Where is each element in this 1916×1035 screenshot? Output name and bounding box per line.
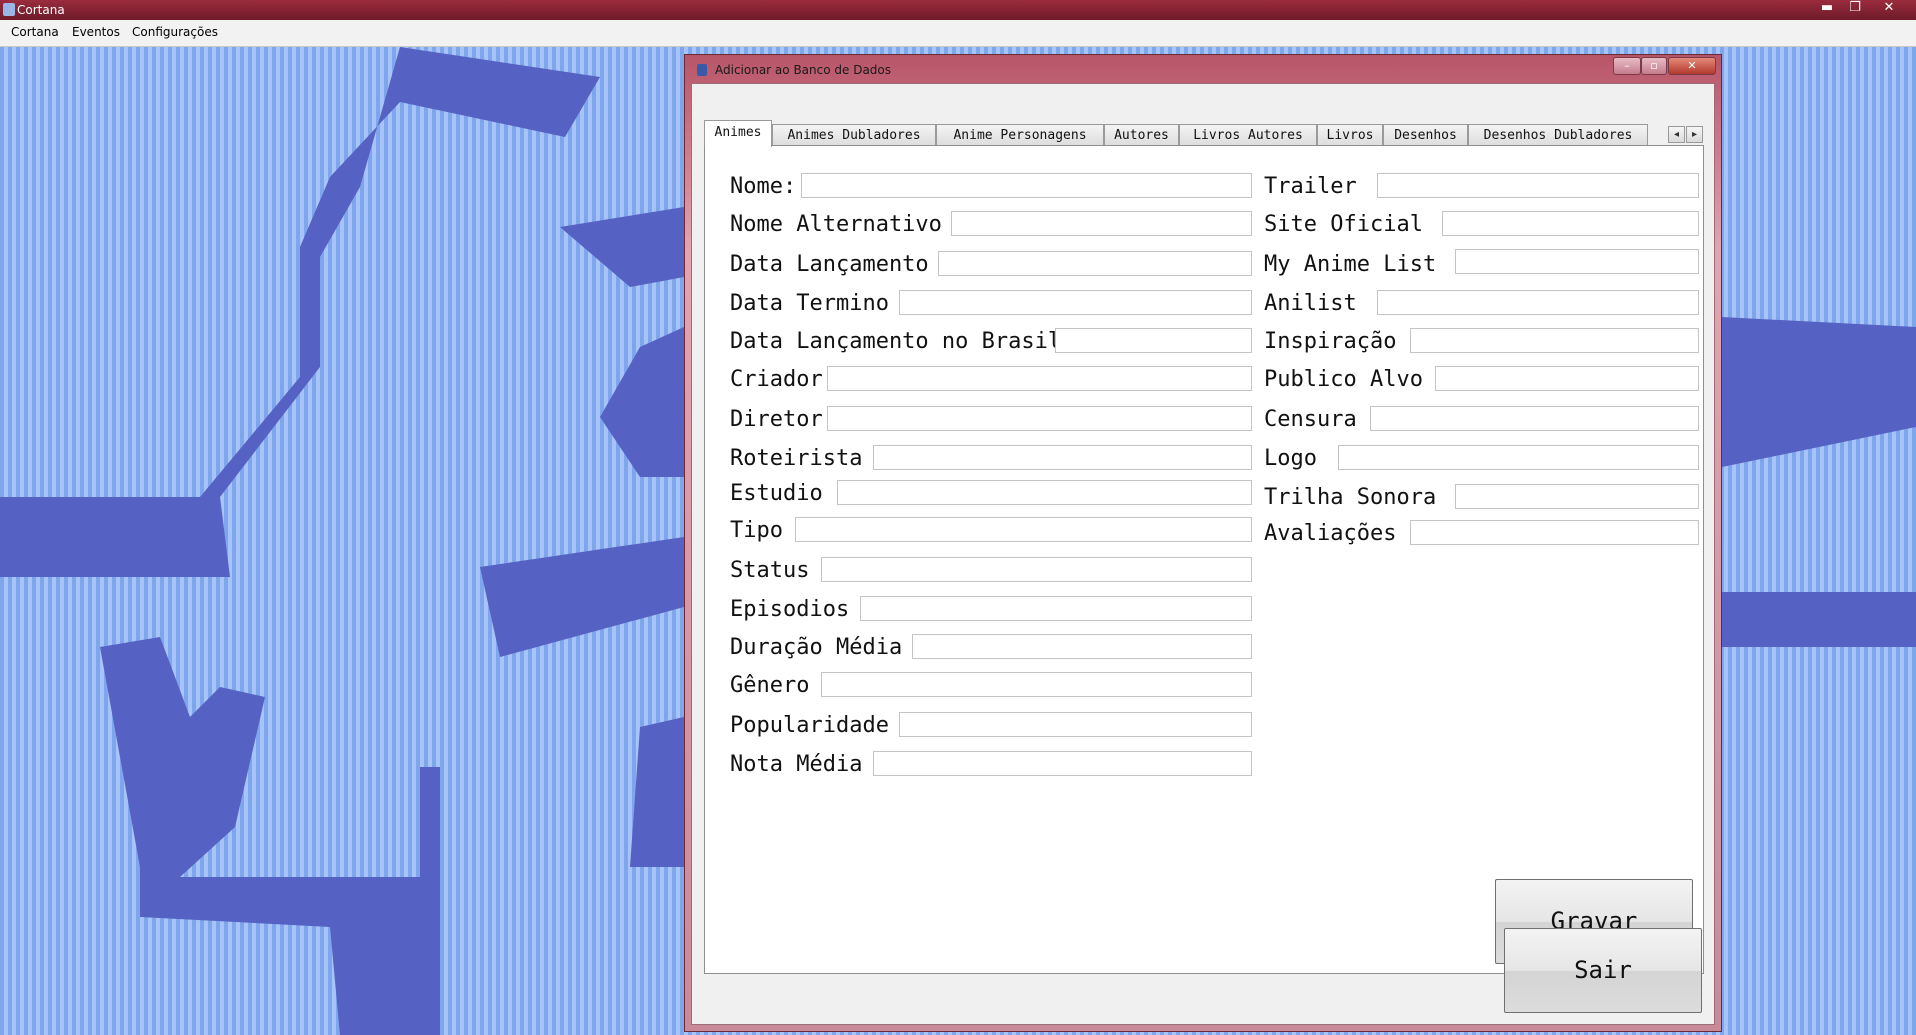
label-avaliacoes: Avaliações — [1264, 521, 1397, 546]
label-data-termino: Data Termino — [730, 291, 889, 316]
label-tipo: Tipo — [730, 518, 783, 543]
label-site-oficial: Site Oficial — [1264, 212, 1423, 237]
field-status[interactable] — [821, 557, 1252, 582]
field-publico-alvo[interactable] — [1435, 366, 1699, 391]
label-status: Status — [730, 558, 810, 583]
label-nome-alternativo: Nome Alternativo — [730, 212, 942, 237]
label-trailer: Trailer — [1264, 174, 1357, 199]
menubar: Cortana Eventos Configurações — [0, 20, 1916, 47]
menu-eventos[interactable]: Eventos — [72, 25, 120, 39]
field-data-lancamento-brasil[interactable] — [1055, 328, 1252, 353]
label-episodios: Episodios — [730, 597, 850, 622]
label-genero: Gênero — [730, 673, 810, 698]
field-nota-media[interactable] — [873, 751, 1252, 776]
field-duracao-media[interactable] — [912, 634, 1252, 659]
menu-cortana[interactable]: Cortana — [11, 25, 59, 39]
label-roteirista: Roteirista — [730, 446, 863, 471]
field-roteirista[interactable] — [873, 445, 1252, 470]
window-close-button[interactable]: ✕ — [1668, 57, 1716, 75]
field-trailer[interactable] — [1377, 173, 1699, 198]
app-icon — [3, 3, 15, 16]
tab-anime-personagens[interactable]: Anime Personagens — [936, 124, 1104, 146]
field-trilha-sonora[interactable] — [1455, 484, 1699, 509]
label-logo: Logo — [1264, 446, 1317, 471]
window-restore-button[interactable]: ▫ — [1641, 57, 1667, 75]
field-logo[interactable] — [1338, 445, 1699, 470]
label-criador: Criador — [730, 367, 823, 392]
tab-page-animes: Nome: Nome Alternativo Data Lançamento D… — [704, 145, 1704, 974]
minimize-button[interactable]: ▬ — [1814, 0, 1840, 18]
tab-livros-autores[interactable]: Livros Autores — [1179, 124, 1317, 146]
label-popularidade: Popularidade — [730, 713, 889, 738]
menu-configuracoes[interactable]: Configurações — [132, 25, 218, 39]
label-trilha-sonora: Trilha Sonora — [1264, 485, 1437, 510]
field-episodios[interactable] — [860, 596, 1252, 621]
field-criador[interactable] — [827, 366, 1252, 391]
label-diretor: Diretor — [730, 407, 823, 432]
tab-animes[interactable]: Animes — [704, 120, 772, 147]
field-popularidade[interactable] — [899, 712, 1252, 737]
field-nome-alternativo[interactable] — [951, 211, 1252, 236]
field-tipo[interactable] — [795, 517, 1252, 542]
window-title: Adicionar ao Banco de Dados — [715, 63, 892, 77]
label-inspiracao: Inspiração — [1264, 329, 1397, 354]
label-anilist: Anilist — [1264, 291, 1357, 316]
field-genero[interactable] — [821, 672, 1252, 697]
tab-scroll-right-icon[interactable]: ▸ — [1686, 126, 1703, 143]
label-data-lancamento-brasil: Data Lançamento no Brasil — [730, 329, 1062, 354]
label-publico-alvo: Publico Alvo — [1264, 367, 1423, 392]
app-titlebar: Cortana ▬ ❐ ✕ — [0, 0, 1916, 20]
app-title: Cortana — [17, 3, 65, 17]
field-data-termino[interactable] — [899, 290, 1252, 315]
field-avaliacoes[interactable] — [1410, 520, 1699, 545]
field-censura[interactable] — [1370, 406, 1699, 431]
window-minimize-button[interactable]: – — [1613, 57, 1641, 75]
tab-livros[interactable]: Livros — [1317, 124, 1383, 146]
add-to-database-window: Adicionar ao Banco de Dados – ▫ ✕ Animes… — [684, 54, 1722, 1032]
field-diretor[interactable] — [827, 406, 1252, 431]
tab-scroll-left-icon[interactable]: ◂ — [1668, 126, 1685, 143]
tab-desenhos[interactable]: Desenhos — [1383, 124, 1468, 146]
label-nota-media: Nota Média — [730, 752, 863, 777]
exit-button[interactable]: Sair — [1504, 928, 1702, 1013]
label-estudio: Estudio — [730, 481, 823, 506]
field-site-oficial[interactable] — [1442, 211, 1699, 236]
label-nome: Nome: — [730, 174, 797, 199]
field-data-lancamento[interactable] — [938, 251, 1252, 276]
window-icon — [697, 64, 707, 76]
tab-autores[interactable]: Autores — [1104, 124, 1179, 146]
label-duracao-media: Duração Média — [730, 635, 903, 660]
field-my-anime-list[interactable] — [1455, 249, 1699, 274]
restore-button[interactable]: ❐ — [1842, 0, 1868, 18]
field-nome[interactable] — [801, 173, 1252, 198]
label-censura: Censura — [1264, 407, 1357, 432]
field-inspiracao[interactable] — [1410, 328, 1699, 353]
label-my-anime-list: My Anime List — [1264, 252, 1437, 277]
close-button[interactable]: ✕ — [1876, 0, 1902, 18]
label-data-lancamento: Data Lançamento — [730, 252, 929, 277]
field-estudio[interactable] — [837, 480, 1252, 505]
field-anilist[interactable] — [1377, 290, 1699, 315]
tab-desenhos-dubladores[interactable]: Desenhos Dubladores — [1468, 124, 1648, 146]
tab-animes-dubladores[interactable]: Animes Dubladores — [772, 124, 936, 146]
